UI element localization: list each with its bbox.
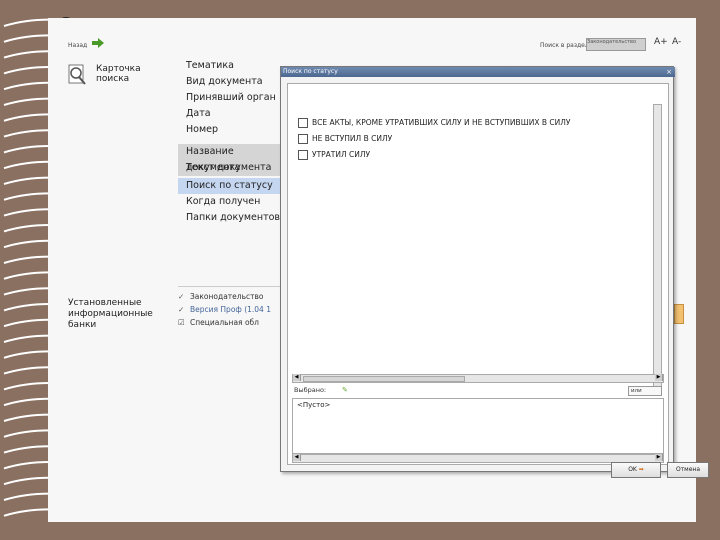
font-decrease-icon[interactable]: A- bbox=[672, 37, 681, 47]
checkbox[interactable] bbox=[298, 134, 308, 144]
dialog-content: ВСЕ АКТЫ, КРОМЕ УТРАТИВШИХ СИЛУ И НЕ ВСТ… bbox=[287, 83, 669, 465]
menu-item-doc-title[interactable]: Название документа bbox=[178, 144, 288, 173]
checkbox-checked-icon: ☑ bbox=[178, 318, 185, 327]
back-label[interactable]: Назад bbox=[68, 42, 87, 49]
section-select[interactable]: Законодательство bbox=[586, 38, 646, 51]
menu-item-doc-text[interactable]: Текст документа bbox=[178, 160, 288, 176]
menu-item-number[interactable]: Номер bbox=[178, 122, 288, 138]
menu-item-subject[interactable]: Тематика bbox=[178, 58, 288, 74]
empty-placeholder: <Пусто> bbox=[297, 401, 331, 409]
info-banks-title: Установленные информационные банки bbox=[68, 298, 153, 330]
search-in-section-label: Поиск в разделе bbox=[540, 42, 593, 49]
ok-button[interactable]: OK ➡ bbox=[611, 462, 661, 478]
info-bank-item[interactable]: ☑ Специальная обл bbox=[178, 316, 271, 329]
search-field-menu: Тематика Вид документа Принявший орган Д… bbox=[178, 58, 288, 226]
status-search-dialog: Поиск по статусу × ↑↓ A+ A- ВСЕ АКТЫ, КР… bbox=[280, 66, 709, 478]
vertical-scrollbar[interactable] bbox=[653, 104, 662, 392]
info-banks-list: ✓ Законодательство ✓ Версия Проф (1.04 1 ☑… bbox=[178, 290, 271, 329]
logic-operator-select[interactable]: или bbox=[628, 386, 662, 396]
horizontal-scrollbar-bottom[interactable]: ◀ ▶ bbox=[292, 454, 664, 463]
checkmark-icon: ✓ bbox=[178, 292, 185, 301]
dialog-title: Поиск по статусу bbox=[283, 68, 338, 75]
selected-values-list: <Пусто> bbox=[292, 398, 664, 454]
status-options-list: ВСЕ АКТЫ, КРОМЕ УТРАТИВШИХ СИЛУ И НЕ ВСТ… bbox=[292, 100, 664, 392]
app-window: Назад Поиск в разделе Законодательство A… bbox=[48, 18, 709, 522]
status-option-all-active[interactable]: ВСЕ АКТЫ, КРОМЕ УТРАТИВШИХ СИЛУ И НЕ ВСТ… bbox=[298, 118, 570, 128]
menu-item-authority[interactable]: Принявший орган bbox=[178, 90, 288, 106]
top-toolbar: Назад Поиск в разделе Законодательство A… bbox=[48, 34, 696, 56]
search-card-title: Карточка поиска bbox=[96, 64, 141, 84]
info-bank-item[interactable]: ✓ Законодательство bbox=[178, 290, 271, 303]
scroll-right-icon[interactable]: ▶ bbox=[655, 454, 663, 461]
menu-item-received[interactable]: Когда получен bbox=[178, 194, 288, 210]
status-option-expired[interactable]: УТРАТИЛ СИЛУ bbox=[298, 150, 370, 160]
menu-item-date[interactable]: Дата bbox=[178, 106, 288, 122]
checkbox[interactable] bbox=[298, 150, 308, 160]
scroll-right-icon[interactable]: ▶ bbox=[655, 374, 663, 381]
notebook-page: Назад Поиск в разделе Законодательство A… bbox=[48, 18, 709, 522]
horizontal-scrollbar[interactable]: ◀ ▶ bbox=[292, 374, 664, 383]
scroll-left-icon[interactable]: ◀ bbox=[293, 374, 301, 381]
info-bank-item[interactable]: ✓ Версия Проф (1.04 1 bbox=[178, 303, 271, 316]
selected-bar: Выбрано: ✎ или bbox=[292, 386, 664, 396]
cancel-button[interactable]: Отмена bbox=[667, 462, 709, 478]
menu-item-folders[interactable]: Папки документов bbox=[178, 210, 288, 226]
selected-label: Выбрано: bbox=[294, 386, 327, 394]
go-arrow-icon: ➡ bbox=[638, 466, 644, 473]
scroll-thumb[interactable] bbox=[303, 376, 465, 382]
close-icon[interactable]: × bbox=[666, 67, 672, 77]
menu-item-status-search[interactable]: Поиск по статусу bbox=[178, 178, 288, 194]
checkmark-icon: ✓ bbox=[178, 305, 185, 314]
dialog-titlebar: Поиск по статусу × bbox=[281, 67, 675, 77]
checkbox[interactable] bbox=[298, 118, 308, 128]
scroll-left-icon[interactable]: ◀ bbox=[293, 454, 301, 461]
side-tab[interactable] bbox=[674, 304, 684, 324]
clear-selection-icon[interactable]: ✎ bbox=[342, 386, 348, 394]
menu-item-doc-type[interactable]: Вид документа bbox=[178, 74, 288, 90]
status-option-not-in-force[interactable]: НЕ ВСТУПИЛ В СИЛУ bbox=[298, 134, 392, 144]
magnifier-card-icon bbox=[68, 64, 86, 85]
forward-arrow-icon[interactable] bbox=[92, 38, 104, 48]
font-increase-icon[interactable]: A+ bbox=[654, 37, 668, 47]
